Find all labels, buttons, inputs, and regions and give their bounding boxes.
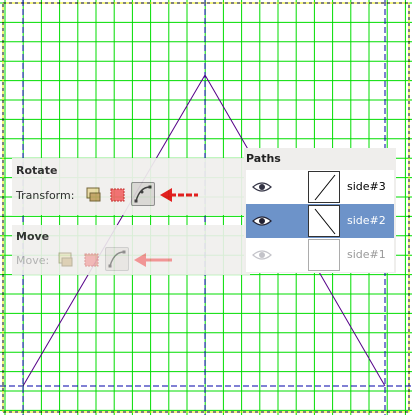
path-row-side-3[interactable]: side#3 (246, 170, 394, 204)
path-name[interactable]: side#1 (347, 248, 386, 261)
path-name[interactable]: side#2 (347, 214, 386, 227)
paths-panel: Paths side#3 side#2 side#1 (244, 148, 396, 273)
paths-title: Paths (246, 152, 281, 165)
selection-move-icon[interactable] (82, 250, 102, 270)
path-thumbnail (308, 239, 340, 271)
layer-move-icon[interactable] (56, 250, 76, 270)
paths-list: side#3 side#2 side#1 (246, 170, 394, 272)
move-label: Move: (16, 254, 50, 267)
path-row-side-1[interactable]: side#1 (246, 238, 394, 272)
path-name[interactable]: side#3 (347, 180, 386, 193)
eye-icon[interactable] (252, 179, 272, 193)
move-title: Move (16, 230, 50, 243)
left-arrow-icon (134, 252, 174, 272)
rotate-tool-panel: Rotate Transform: (12, 158, 250, 215)
path-transform-icon[interactable] (131, 182, 155, 206)
selection-transform-icon[interactable] (108, 185, 128, 205)
path-thumbnail (308, 171, 340, 203)
rotate-title: Rotate (16, 164, 58, 177)
path-move-icon[interactable] (105, 247, 129, 271)
layer-transform-icon[interactable] (84, 185, 104, 205)
eye-icon[interactable] (252, 213, 272, 227)
transform-label: Transform: (16, 189, 75, 202)
left-arrow-icon (160, 187, 200, 207)
path-thumbnail (308, 205, 340, 237)
move-tool-panel: Move Move: (12, 225, 250, 275)
eye-icon[interactable] (252, 247, 272, 261)
path-row-side-2[interactable]: side#2 (246, 204, 394, 238)
